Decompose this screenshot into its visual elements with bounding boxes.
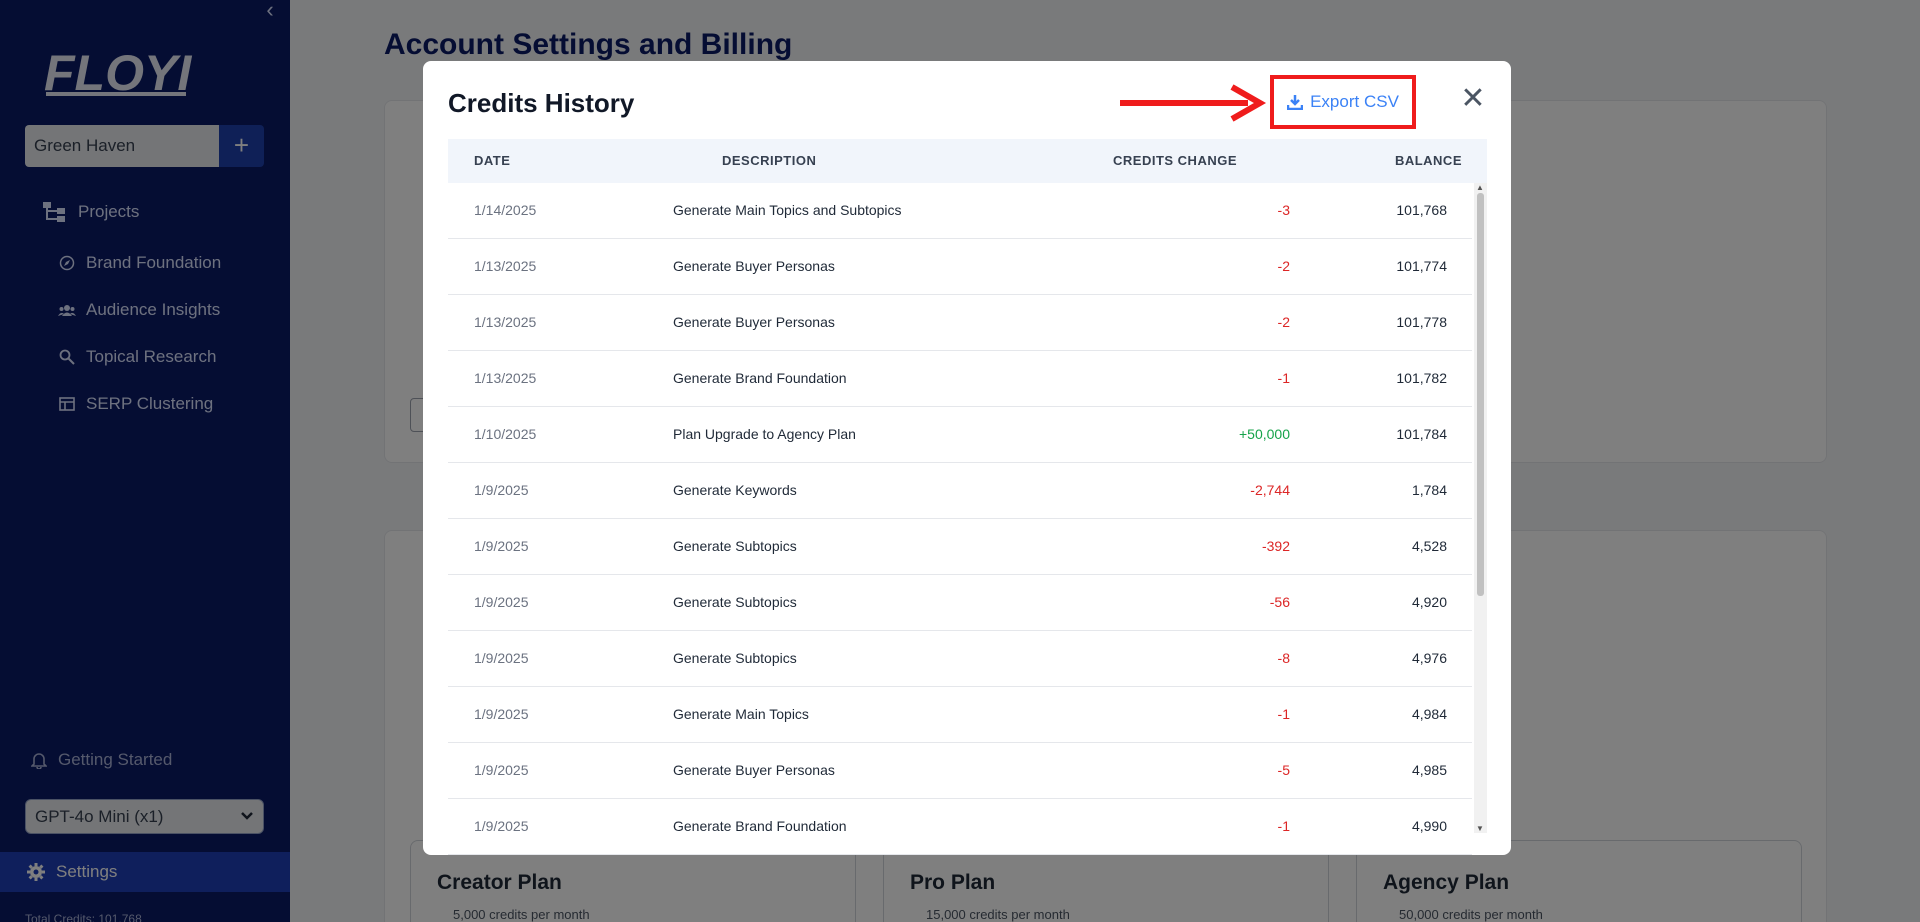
- scroll-thumb[interactable]: [1477, 193, 1484, 596]
- cell-date: 1/9/2025: [474, 482, 529, 498]
- cell-credits-change: -2,744: [1250, 482, 1290, 498]
- download-icon: [1287, 94, 1304, 110]
- table-row: 1/10/2025 Plan Upgrade to Agency Plan +50,…: [448, 407, 1472, 463]
- cell-date: 1/9/2025: [474, 818, 529, 834]
- cell-balance: 101,784: [1396, 426, 1447, 442]
- cell-description: Generate Subtopics: [673, 538, 797, 554]
- cell-date: 1/13/2025: [474, 314, 537, 330]
- table-row: 1/9/2025 Generate Brand Foundation -1 4,990: [448, 799, 1472, 855]
- table-row: 1/9/2025 Generate Keywords -2,744 1,784: [448, 463, 1472, 519]
- cell-credits-change: +50,000: [1239, 426, 1290, 442]
- cell-balance: 4,528: [1411, 538, 1447, 554]
- cell-description: Generate Main Topics: [673, 706, 809, 722]
- cell-description: Generate Subtopics: [673, 650, 797, 666]
- table-row: 1/9/2025 Generate Subtopics -56 4,920: [448, 575, 1472, 631]
- table-row: 1/9/2025 Generate Main Topics -1 4,984: [448, 687, 1472, 743]
- scroll-down-icon[interactable]: ▼: [1476, 824, 1484, 833]
- cell-date: 1/9/2025: [474, 650, 529, 666]
- cell-date: 1/14/2025: [474, 202, 537, 218]
- export-csv-button[interactable]: Export CSV: [1270, 75, 1416, 129]
- cell-balance: 101,768: [1396, 202, 1447, 218]
- cell-credits-change: -1: [1277, 706, 1290, 722]
- cell-balance: 4,990: [1411, 818, 1447, 834]
- table-scrollbar[interactable]: ▲ ▼: [1474, 183, 1487, 833]
- table-row: 1/9/2025 Generate Subtopics -8 4,976: [448, 631, 1472, 687]
- cell-credits-change: -2: [1277, 258, 1290, 274]
- cell-date: 1/9/2025: [474, 762, 529, 778]
- scroll-up-icon[interactable]: ▲: [1476, 183, 1484, 192]
- cell-balance: 4,920: [1411, 594, 1447, 610]
- table-row: 1/14/2025 Generate Main Topics and Subtop…: [448, 183, 1472, 239]
- table-row: 1/9/2025 Generate Subtopics -392 4,528: [448, 519, 1472, 575]
- modal-title: Credits History: [448, 88, 635, 118]
- cell-credits-change: -3: [1277, 202, 1290, 218]
- cell-description: Generate Buyer Personas: [673, 314, 835, 330]
- cell-credits-change: -5: [1277, 762, 1290, 778]
- cell-description: Generate Buyer Personas: [673, 258, 835, 274]
- cell-credits-change: -392: [1261, 538, 1290, 554]
- table-row: 1/9/2025 Generate Buyer Personas -5 4,985: [448, 743, 1472, 799]
- cell-date: 1/13/2025: [474, 258, 537, 274]
- table-row: 1/13/2025 Generate Brand Foundation -1 101,…: [448, 351, 1472, 407]
- cell-credits-change: -56: [1269, 594, 1290, 610]
- cell-date: 1/9/2025: [474, 706, 529, 722]
- cell-description: Generate Brand Foundation: [673, 370, 847, 386]
- cell-description: Generate Subtopics: [673, 594, 797, 610]
- cell-description: Generate Brand Foundation: [673, 818, 847, 834]
- credits-history-modal: Credits History Export CSV ✕ DATE DESCRI…: [423, 61, 1511, 855]
- cell-description: Generate Main Topics and Subtopics: [673, 202, 902, 218]
- cell-balance: 1,784: [1411, 482, 1447, 498]
- arrow-annotation-icon: [1120, 84, 1267, 122]
- close-icon[interactable]: ✕: [1459, 84, 1487, 114]
- cell-date: 1/10/2025: [474, 426, 537, 442]
- cell-date: 1/9/2025: [474, 594, 529, 610]
- cell-date: 1/9/2025: [474, 538, 529, 554]
- cell-balance: 4,976: [1411, 650, 1447, 666]
- table-header: DATE DESCRIPTION CREDITS CHANGE BALANCE: [448, 139, 1487, 183]
- credits-table-body[interactable]: 1/14/2025 Generate Main Topics and Subtop…: [448, 183, 1472, 855]
- cell-balance: 4,985: [1411, 762, 1447, 778]
- cell-credits-change: -1: [1277, 370, 1290, 386]
- column-header-description[interactable]: DESCRIPTION: [722, 153, 816, 168]
- table-row: 1/13/2025 Generate Buyer Personas -2 101,77…: [448, 295, 1472, 351]
- column-header-balance[interactable]: BALANCE: [1395, 153, 1462, 168]
- cell-balance: 101,782: [1396, 370, 1447, 386]
- cell-balance: 101,778: [1396, 314, 1447, 330]
- column-header-date[interactable]: DATE: [474, 153, 510, 168]
- cell-balance: 101,774: [1396, 258, 1447, 274]
- cell-credits-change: -2: [1277, 314, 1290, 330]
- table-row: 1/13/2025 Generate Buyer Personas -2 101,77…: [448, 239, 1472, 295]
- column-header-credits-change[interactable]: CREDITS CHANGE: [1113, 153, 1237, 168]
- cell-description: Generate Keywords: [673, 482, 797, 498]
- cell-balance: 4,984: [1411, 706, 1447, 722]
- cell-description: Generate Buyer Personas: [673, 762, 835, 778]
- cell-date: 1/13/2025: [474, 370, 537, 386]
- cell-credits-change: -8: [1277, 650, 1290, 666]
- cell-credits-change: -1: [1277, 818, 1290, 834]
- cell-description: Plan Upgrade to Agency Plan: [673, 426, 856, 442]
- export-csv-label: Export CSV: [1310, 92, 1399, 111]
